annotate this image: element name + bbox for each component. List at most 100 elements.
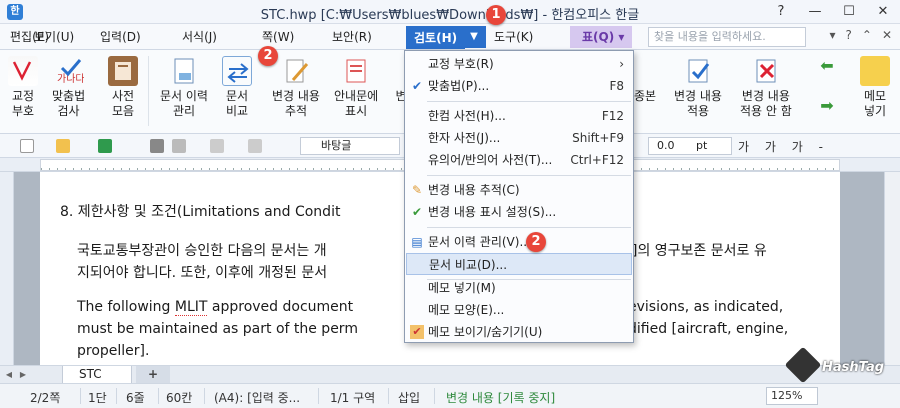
doc-english-line2b: dified [aircraft, engine, [628, 321, 789, 337]
dictionary-label: 사전 모음 [111, 89, 135, 118]
spellcheck-button[interactable]: 가나다 맞춤법 검사 [52, 56, 85, 119]
status-column: 1단 [88, 391, 107, 405]
track-changes-button[interactable]: 변경 내용 추적 [272, 56, 320, 119]
track-changes-icon: ✎ [411, 183, 423, 197]
status-col: 60칸 [166, 391, 193, 405]
menu-separator [427, 175, 631, 176]
doc-compare-button[interactable]: 문서 비교 [222, 56, 252, 119]
submenu-arrow-icon: › [619, 57, 624, 71]
tab-stc[interactable]: STC [62, 366, 132, 384]
show-in-guide-button[interactable]: 안내문에 표시 [334, 56, 378, 119]
ribbon-collapse-icon[interactable]: ⌃ [862, 28, 872, 42]
spell-error-mlit[interactable]: MLIT [174, 299, 208, 316]
track-changes-icon [281, 56, 311, 86]
redo-icon[interactable] [248, 139, 262, 153]
proofread-marks-button[interactable]: 교정 부호 [8, 56, 38, 119]
callout-badge-1: 1 [486, 5, 506, 25]
dd-memo-toggle[interactable]: ✔ 메모 보이기/숨기기(U) [406, 321, 632, 343]
doc-korean-line1a: 국토교통부장관이 승인한 다음의 문서는 개 [77, 243, 327, 259]
menu-view[interactable]: 보기(U) [34, 28, 74, 45]
doc-english-line1: The following MLIT approved document [77, 299, 354, 316]
menu-table[interactable]: 표(Q) ▾ [570, 26, 632, 48]
doc-english-line2a: must be maintained as part of the perm [77, 321, 358, 337]
show-in-guide-icon [341, 56, 371, 86]
status-track-changes[interactable]: 변경 내용 [기록 중지] [446, 389, 555, 406]
dd-memo-shape[interactable]: 메모 모양(E)... [406, 299, 632, 321]
undo-icon[interactable] [210, 139, 224, 153]
maximize-icon[interactable]: ☐ [832, 0, 866, 24]
help-icon[interactable]: ? [764, 0, 798, 24]
zoom-select[interactable]: 125% [766, 387, 818, 405]
font-size-input[interactable]: 0.0 pt [648, 137, 732, 155]
apply-changes-button[interactable]: 변경 내용 적용 [674, 56, 722, 119]
new-doc-icon[interactable] [20, 139, 34, 153]
dd-doc-compare[interactable]: 문서 비교(D)... [406, 253, 632, 275]
reject-changes-button[interactable]: 변경 내용 적용 안 함 [740, 56, 792, 119]
minimize-icon[interactable]: — [798, 0, 832, 24]
next-change-icon[interactable]: ➡ [812, 96, 842, 116]
vertical-scrollbar[interactable] [884, 172, 900, 365]
tab-next-icon[interactable]: ▶ [16, 368, 30, 382]
char-format-buttons[interactable]: 가 가 가 - [738, 138, 829, 155]
dd-insert-memo[interactable]: 메모 넣기(M) [406, 277, 632, 299]
menu-security[interactable]: 보안(R) [332, 28, 372, 45]
menu-page[interactable]: 쪽(W) [262, 28, 294, 45]
status-section: 1/1 구역 [330, 391, 376, 405]
tab-prev-icon[interactable]: ◀ [2, 368, 16, 382]
proofread-marks-label: 교정 부호 [11, 89, 35, 118]
dd-proofread-marks[interactable]: 교정 부호(R) › [406, 53, 632, 75]
dictionary-button[interactable]: 사전 모음 [108, 56, 138, 119]
dd-hancom-dictionary[interactable]: 한컴 사전(H)... F12 [406, 105, 632, 127]
status-paper: (A4): [입력 중... [214, 391, 301, 405]
menu-review-dropdown-icon[interactable]: ▼ [462, 26, 486, 48]
status-page: 2/2쪽 [30, 391, 61, 405]
insert-memo-button[interactable]: 메모 넣기 [860, 56, 890, 119]
status-separator [434, 388, 435, 404]
callout-badge-2-menu: 2 [526, 232, 546, 252]
dd-spellcheck[interactable]: ✔ 맞춤법(P)... F8 [406, 75, 632, 97]
spellcheck-icon: 가나다 [54, 56, 84, 86]
status-line: 6줄 [126, 391, 145, 405]
spellcheck-icon: ✔ [411, 79, 423, 93]
menu-separator [427, 227, 631, 228]
print-icon[interactable] [150, 139, 164, 153]
dd-hanja-dictionary[interactable]: 한자 사전(J)... Shift+F9 [406, 127, 632, 149]
dd-doc-history[interactable]: ▤ 문서 이력 관리(V)... [406, 231, 632, 253]
window-controls: ? — ☐ ✕ [764, 0, 900, 24]
doc-close-icon[interactable]: ✕ [882, 28, 892, 42]
doc-history-label: 문서 이력 관리 [160, 89, 208, 118]
change-display-icon: ✔ [411, 205, 423, 219]
search-input[interactable]: 찾을 내용을 입력하세요. [648, 27, 806, 47]
doc-heading: 8. 제한사항 및 조건(Limitations and Condit [60, 204, 341, 220]
dd-track-changes[interactable]: ✎ 변경 내용 추적(C) [406, 179, 632, 201]
open-folder-icon[interactable] [56, 139, 70, 153]
dd-thesaurus[interactable]: 유의어/반의어 사전(T)... Ctrl+F12 [406, 149, 632, 171]
close-icon[interactable]: ✕ [866, 0, 900, 24]
menu-review[interactable]: 검토(H) [406, 26, 466, 49]
prev-change-icon[interactable]: ⬅ [812, 56, 842, 76]
apply-changes-icon [683, 56, 713, 86]
style-select[interactable]: 바탕글 [300, 137, 400, 155]
dd-change-display-settings[interactable]: ✔ 변경 내용 표시 설정(S)... [406, 201, 632, 223]
search-dropdown-icon[interactable]: ▾ [829, 28, 835, 42]
ribbon-final-label[interactable]: 종본 [630, 56, 660, 104]
dictionary-icon [108, 56, 138, 86]
status-separator [158, 388, 159, 404]
nav-arrows: ⬅ ➡ [812, 56, 842, 116]
proofread-marks-icon [8, 56, 38, 86]
watermark-text: HashTag [822, 360, 885, 375]
spellcheck-label: 맞춤법 검사 [52, 89, 86, 118]
doc-english-line1c: evisions, as indicated, [628, 299, 784, 315]
preview-icon[interactable] [172, 139, 186, 153]
add-tab-button[interactable]: + [136, 366, 170, 384]
doc-history-button[interactable]: 문서 이력 관리 [160, 56, 208, 119]
menu-insert[interactable]: 입력(D) [100, 28, 141, 45]
insert-memo-label: 메모 넣기 [863, 89, 887, 118]
save-icon[interactable] [98, 139, 112, 153]
vertical-ruler[interactable] [0, 172, 14, 365]
menu-tools[interactable]: 도구(K) [494, 28, 533, 45]
help-circle-icon[interactable]: ? [846, 28, 852, 42]
menu-format[interactable]: 서식(J) [182, 28, 217, 45]
status-insert-mode[interactable]: 삽입 [398, 389, 420, 406]
status-separator [204, 388, 205, 404]
